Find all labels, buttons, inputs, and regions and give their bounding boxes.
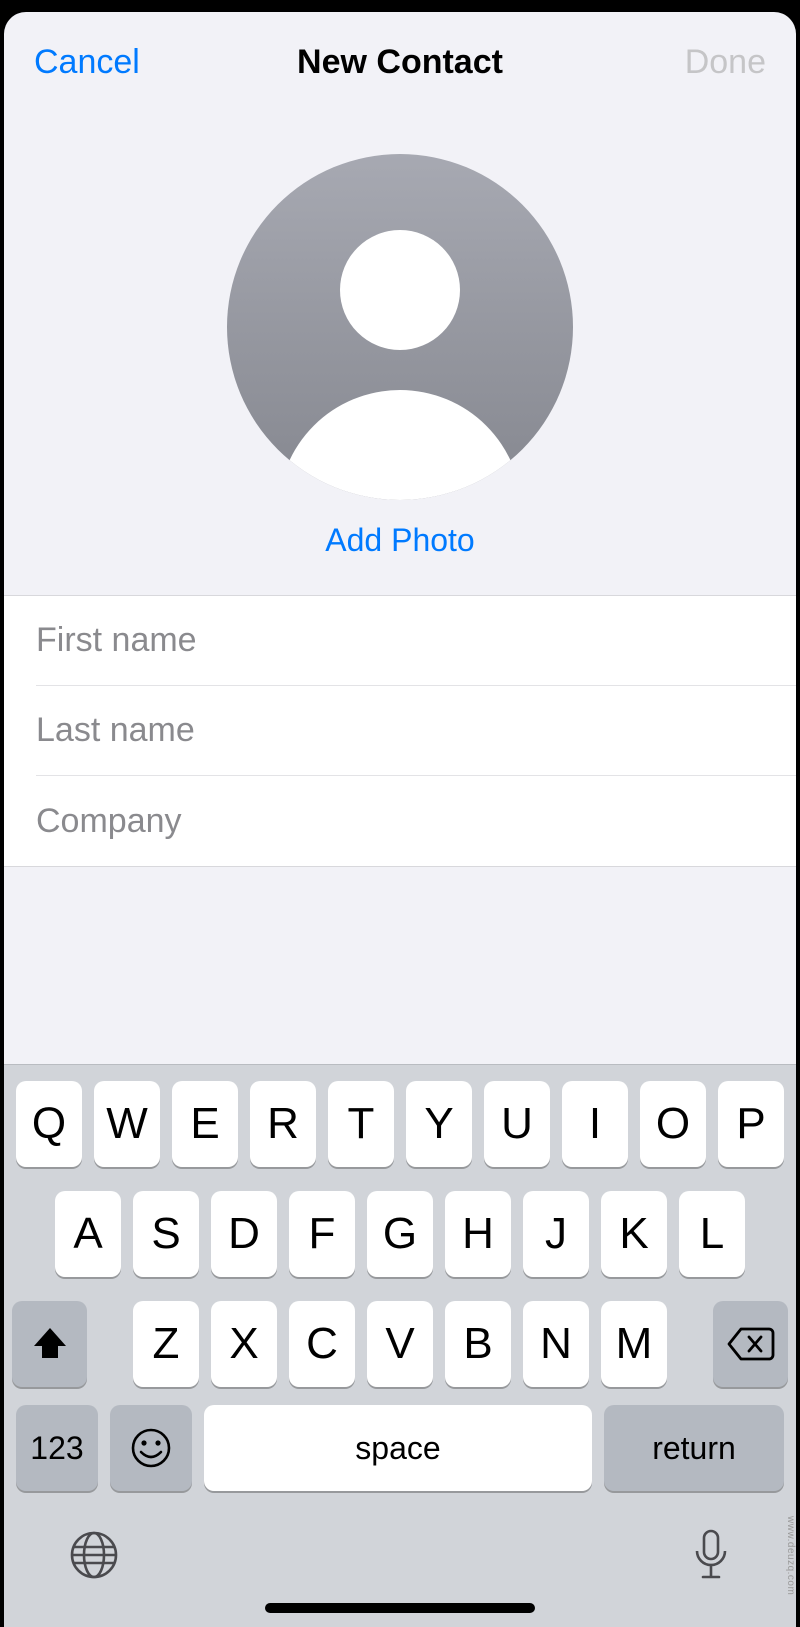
first-name-input[interactable] bbox=[36, 596, 796, 685]
last-name-row bbox=[36, 686, 796, 776]
key-f[interactable]: F bbox=[289, 1191, 355, 1277]
last-name-input[interactable] bbox=[36, 686, 796, 775]
key-s[interactable]: S bbox=[133, 1191, 199, 1277]
backspace-icon bbox=[727, 1326, 775, 1362]
key-t[interactable]: T bbox=[328, 1081, 394, 1167]
photo-section: Add Photo bbox=[4, 112, 796, 595]
new-contact-sheet: Cancel New Contact Done Add Photo QWERTY… bbox=[4, 12, 796, 1627]
key-z[interactable]: Z bbox=[133, 1301, 199, 1387]
key-x[interactable]: X bbox=[211, 1301, 277, 1387]
shift-icon bbox=[30, 1324, 70, 1364]
emoji-icon bbox=[130, 1427, 172, 1469]
home-indicator[interactable] bbox=[265, 1603, 535, 1613]
key-r[interactable]: R bbox=[250, 1081, 316, 1167]
key-b[interactable]: B bbox=[445, 1301, 511, 1387]
key-a[interactable]: A bbox=[55, 1191, 121, 1277]
key-u[interactable]: U bbox=[484, 1081, 550, 1167]
done-button[interactable]: Done bbox=[626, 43, 766, 82]
shift-key[interactable] bbox=[12, 1301, 87, 1387]
space-key[interactable]: space bbox=[204, 1405, 592, 1491]
nav-bar: Cancel New Contact Done bbox=[4, 12, 796, 112]
key-n[interactable]: N bbox=[523, 1301, 589, 1387]
emoji-key[interactable] bbox=[110, 1405, 192, 1491]
key-h[interactable]: H bbox=[445, 1191, 511, 1277]
key-m[interactable]: M bbox=[601, 1301, 667, 1387]
keyboard-bottom-bar bbox=[12, 1497, 788, 1617]
first-name-row bbox=[36, 596, 796, 686]
keyboard-row-1: QWERTYUIOP bbox=[12, 1081, 788, 1167]
key-l[interactable]: L bbox=[679, 1191, 745, 1277]
avatar-placeholder-icon[interactable] bbox=[227, 154, 573, 500]
cancel-button[interactable]: Cancel bbox=[34, 43, 174, 82]
name-fields-group bbox=[4, 595, 796, 867]
microphone-icon bbox=[690, 1527, 732, 1583]
page-title: New Contact bbox=[297, 43, 503, 82]
company-row bbox=[36, 776, 796, 866]
dictation-key[interactable] bbox=[690, 1527, 732, 1588]
company-input[interactable] bbox=[36, 776, 796, 866]
numeric-key[interactable]: 123 bbox=[16, 1405, 98, 1491]
backspace-key[interactable] bbox=[713, 1301, 788, 1387]
keyboard-row-2: ASDFGHJKL bbox=[12, 1191, 788, 1277]
return-key[interactable]: return bbox=[604, 1405, 784, 1491]
key-d[interactable]: D bbox=[211, 1191, 277, 1277]
watermark-text: www.deuzq.com bbox=[785, 1516, 796, 1595]
key-c[interactable]: C bbox=[289, 1301, 355, 1387]
key-e[interactable]: E bbox=[172, 1081, 238, 1167]
key-k[interactable]: K bbox=[601, 1191, 667, 1277]
globe-icon bbox=[68, 1529, 120, 1581]
key-i[interactable]: I bbox=[562, 1081, 628, 1167]
key-w[interactable]: W bbox=[94, 1081, 160, 1167]
key-g[interactable]: G bbox=[367, 1191, 433, 1277]
key-o[interactable]: O bbox=[640, 1081, 706, 1167]
key-q[interactable]: Q bbox=[16, 1081, 82, 1167]
add-photo-button[interactable]: Add Photo bbox=[325, 522, 474, 559]
key-v[interactable]: V bbox=[367, 1301, 433, 1387]
keyboard-row-4: 123 space return bbox=[12, 1405, 788, 1491]
key-p[interactable]: P bbox=[718, 1081, 784, 1167]
key-j[interactable]: J bbox=[523, 1191, 589, 1277]
keyboard-row-3: ZXCVBNM bbox=[12, 1301, 788, 1387]
key-y[interactable]: Y bbox=[406, 1081, 472, 1167]
globe-key[interactable] bbox=[68, 1529, 120, 1586]
keyboard: QWERTYUIOP ASDFGHJKL ZXCVBNM 123 bbox=[4, 1064, 796, 1627]
